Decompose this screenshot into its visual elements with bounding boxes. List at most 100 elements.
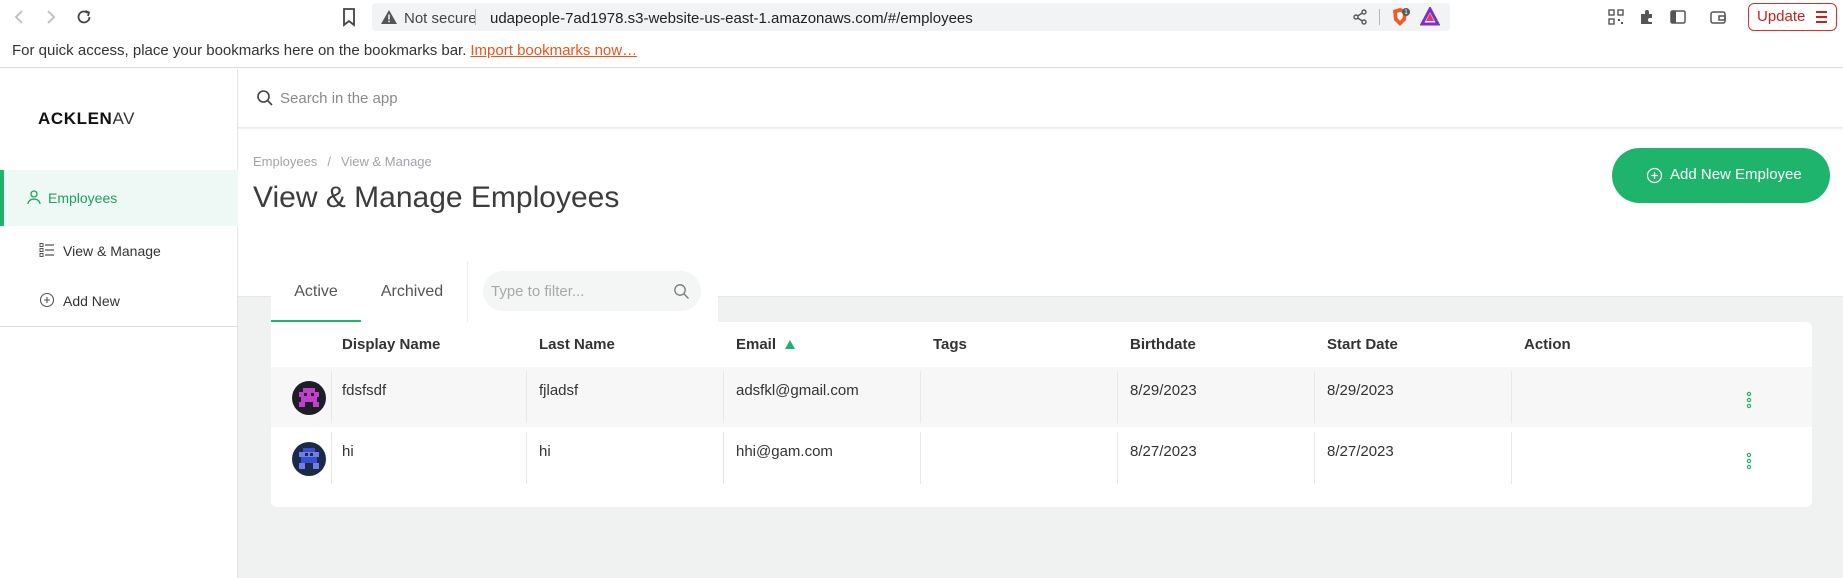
column-divider	[526, 432, 527, 484]
brave-shields-icon[interactable]: 1	[1390, 7, 1410, 27]
page-title: View & Manage Employees	[253, 181, 620, 214]
table-row[interactable]: fdsfsdf fjladsf adsfkl@gmail.com 8/29/20…	[271, 367, 1812, 427]
column-header-display-name[interactable]: Display Name	[342, 336, 440, 353]
url-text[interactable]: udapeople-7ad1978.s3-website-us-east-1.a…	[490, 10, 973, 27]
list-icon	[39, 243, 54, 257]
update-button[interactable]: Update	[1748, 3, 1837, 31]
table-row[interactable]: hi hi hhi@gam.com 8/27/2023 8/27/2023	[271, 428, 1812, 488]
logo[interactable]: ACKLENAV	[38, 109, 135, 129]
browser-toolbar: Not secure udapeople-7ad1978.s3-website-…	[0, 0, 1843, 34]
column-divider	[1314, 432, 1315, 484]
reload-button[interactable]	[73, 6, 95, 28]
menu-icon	[1816, 11, 1827, 23]
logo-bold-text: ACKLEN	[38, 109, 113, 128]
column-divider	[920, 371, 921, 423]
import-bookmarks-link[interactable]: Import bookmarks now…	[470, 42, 637, 59]
column-header-action: Action	[1524, 336, 1571, 353]
filter-box	[483, 271, 701, 311]
sidebar: ACKLENAV Employees View & Manage Add New	[0, 69, 238, 578]
update-label: Update	[1757, 8, 1806, 25]
share-icon[interactable]	[1352, 9, 1368, 25]
cell-start-date: 8/27/2023	[1327, 443, 1394, 460]
plus-circle-icon	[39, 292, 55, 308]
column-divider	[920, 432, 921, 484]
search-icon[interactable]	[673, 283, 690, 300]
bookmark-icon[interactable]	[340, 7, 358, 27]
add-new-employee-button[interactable]: Add New Employee	[1612, 148, 1830, 203]
app-search-input[interactable]	[280, 83, 680, 113]
filter-input[interactable]	[491, 277, 661, 305]
column-header-birthdate[interactable]: Birthdate	[1130, 336, 1196, 353]
column-header-start-date: Start Date	[1327, 336, 1398, 353]
arrow-left-icon	[14, 10, 23, 24]
breadcrumb-separator: /	[327, 154, 331, 169]
plus-circle-icon	[1646, 167, 1663, 184]
more-vertical-icon[interactable]	[1745, 391, 1753, 409]
cell-birthdate: 8/29/2023	[1130, 382, 1197, 399]
identicon-image	[292, 442, 326, 476]
column-divider	[723, 371, 724, 423]
column-divider	[1511, 371, 1512, 423]
column-divider	[1511, 432, 1512, 484]
column-divider	[1117, 371, 1118, 423]
breadcrumb-item-view-manage[interactable]: View & Manage	[341, 154, 432, 169]
column-header-last-name[interactable]: Last Name	[539, 336, 615, 353]
cell-last-name: hi	[539, 443, 551, 460]
wallet-icon[interactable]	[1709, 8, 1727, 26]
sidebar-item-label: View & Manage	[63, 243, 161, 259]
column-divider	[1314, 371, 1315, 423]
identicon-image	[292, 381, 326, 415]
divider	[467, 261, 468, 322]
brave-rewards-icon[interactable]	[1420, 7, 1440, 27]
svg-text:1: 1	[1404, 9, 1408, 16]
tabs-bar: Active Archived	[271, 261, 718, 322]
column-divider	[723, 432, 724, 484]
arrow-right-icon	[47, 10, 56, 24]
tab-archived[interactable]: Archived	[367, 261, 457, 322]
search-icon	[257, 90, 273, 106]
warning-icon	[381, 10, 397, 24]
bookmarks-bar: For quick access, place your bookmarks h…	[0, 34, 1843, 68]
sort-ascending-icon[interactable]	[785, 340, 795, 349]
sidebar-item-employees[interactable]: Employees	[0, 170, 238, 226]
divider	[1379, 9, 1380, 25]
cell-display-name: hi	[342, 443, 354, 460]
column-header-email[interactable]: Email	[736, 336, 776, 353]
cell-email: adsfkl@gmail.com	[736, 382, 859, 399]
cell-start-date: 8/29/2023	[1327, 382, 1394, 399]
sidebar-item-label: Add New	[63, 293, 120, 309]
add-new-employee-label: Add New Employee	[1670, 166, 1802, 183]
qr-code-icon[interactable]	[1607, 8, 1625, 26]
back-button[interactable]	[8, 6, 30, 28]
column-header-tags[interactable]: Tags	[933, 336, 967, 353]
column-divider	[331, 432, 332, 484]
avatar	[292, 442, 326, 476]
avatar	[292, 381, 326, 415]
sidebar-item-add-new[interactable]: Add New	[0, 273, 238, 329]
bookmarks-message: For quick access, place your bookmarks h…	[12, 42, 637, 59]
app-topbar	[238, 69, 1843, 128]
address-bar[interactable]: Not secure udapeople-7ad1978.s3-website-…	[372, 3, 1450, 31]
cell-email: hhi@gam.com	[736, 443, 833, 460]
divider	[0, 326, 238, 327]
not-secure-label: Not secure	[404, 10, 477, 27]
sidebar-item-label: Employees	[48, 190, 118, 206]
cell-display-name: fdsfsdf	[342, 382, 387, 399]
tab-active[interactable]: Active	[271, 261, 361, 322]
column-divider	[1117, 432, 1118, 484]
forward-button[interactable]	[40, 6, 62, 28]
cell-birthdate: 8/27/2023	[1130, 443, 1197, 460]
column-divider	[526, 371, 527, 423]
sidebar-toggle-icon[interactable]	[1669, 8, 1687, 26]
user-icon	[27, 190, 41, 205]
more-vertical-icon[interactable]	[1745, 452, 1753, 470]
bookmarks-hint: For quick access, place your bookmarks h…	[12, 42, 467, 59]
employees-table: Display Name Last Name Email Tags Birthd…	[271, 322, 1812, 507]
sidebar-item-view-manage[interactable]: View & Manage	[0, 223, 238, 279]
breadcrumb: Employees / View & Manage	[253, 154, 432, 169]
reload-icon	[77, 10, 91, 24]
extensions-icon[interactable]	[1638, 8, 1656, 26]
divider	[475, 9, 476, 25]
app-container: ACKLENAV Employees View & Manage Add New…	[0, 69, 1843, 578]
breadcrumb-item-employees[interactable]: Employees	[253, 154, 317, 169]
